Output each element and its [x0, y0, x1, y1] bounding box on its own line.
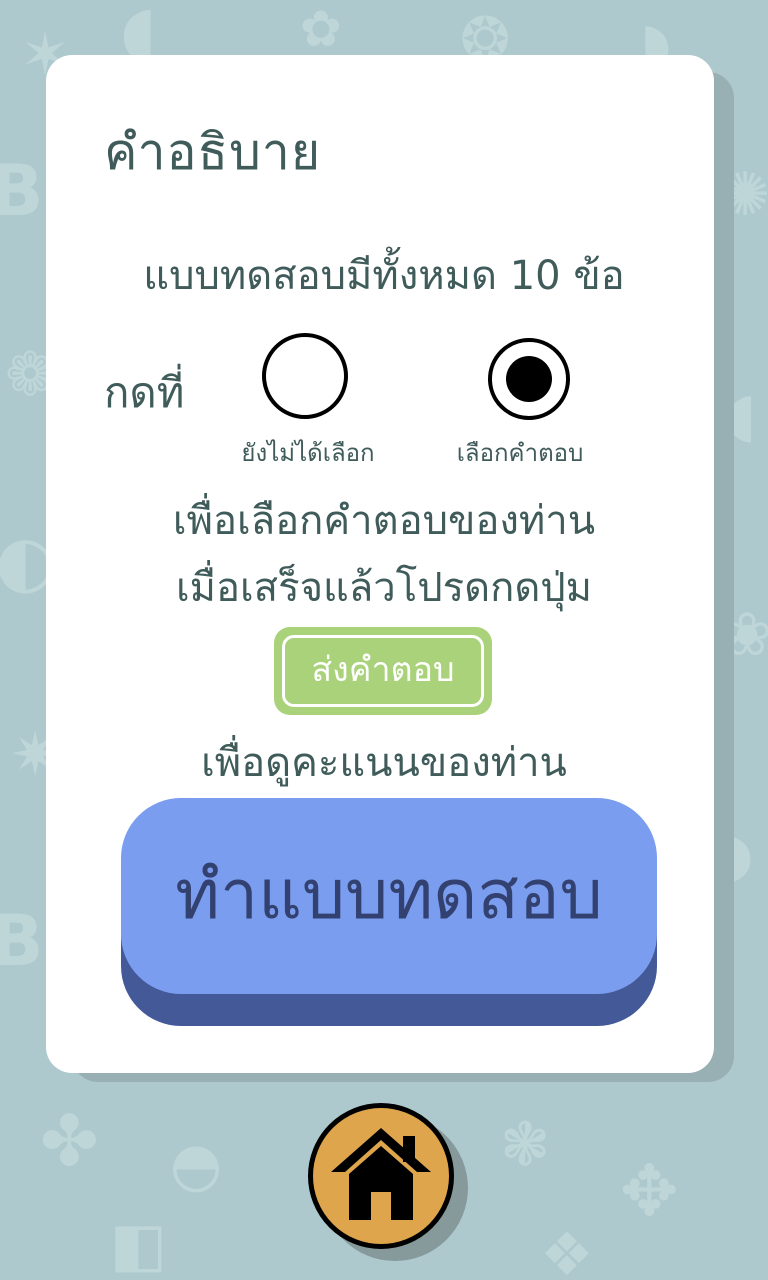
- radio-unselected-example: [262, 333, 348, 419]
- home-icon: [331, 1128, 431, 1220]
- submit-button-example-label: ส่งคำตอบ: [282, 635, 484, 707]
- instruction-line-1: เพื่อเลือกคำตอบของท่าน: [172, 498, 596, 544]
- home-button[interactable]: [308, 1103, 454, 1249]
- radio-unselected-caption: ยังไม่ได้เลือก: [241, 439, 375, 467]
- instruction-line-2: เมื่อเสร็จแล้วโปรดกดปุ่ม: [175, 565, 593, 611]
- instructions-title: คำอธิบาย: [104, 123, 322, 181]
- submit-button-example: ส่งคำตอบ: [274, 627, 492, 715]
- press-label: กดที่: [104, 368, 185, 417]
- radio-selected-caption: เลือกคำตอบ: [456, 439, 584, 467]
- question-count-text: แบบทดสอบมีทั้งหมด 10 ข้อ: [143, 253, 625, 299]
- instruction-line-3: เพื่อดูคะแนนของท่าน: [201, 740, 567, 786]
- radio-dot: [506, 356, 552, 402]
- radio-selected-example: [488, 338, 570, 420]
- start-quiz-button[interactable]: ทำแบบทดสอบ: [121, 798, 657, 994]
